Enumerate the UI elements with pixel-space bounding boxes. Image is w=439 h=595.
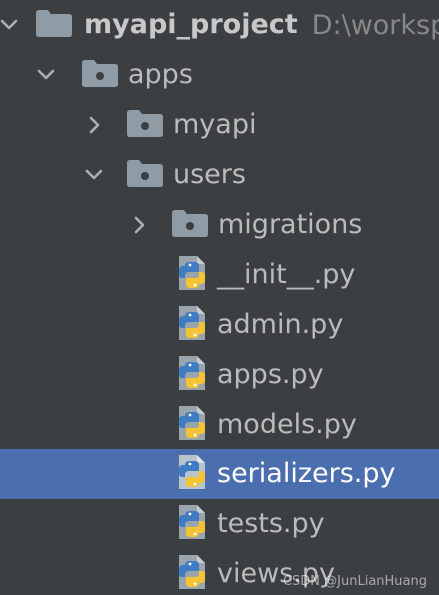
python-file-icon — [175, 254, 209, 296]
tree-row-file[interactable]: admin.py — [0, 300, 439, 350]
folder-label-migrations: migrations — [218, 209, 363, 240]
chevron-right-icon[interactable] — [85, 116, 103, 134]
watermark-text: CSDN @JunLianHuang — [282, 574, 427, 589]
tree-row-file[interactable]: tests.py — [0, 499, 439, 549]
file-label: apps.py — [217, 359, 324, 390]
tree-row-users[interactable]: users — [0, 150, 439, 200]
project-name: myapi_project — [84, 9, 298, 40]
file-label: tests.py — [217, 508, 325, 539]
python-file-icon — [175, 503, 209, 545]
package-folder-icon — [127, 159, 163, 191]
tree-row-file[interactable]: apps.py — [0, 350, 439, 400]
chevron-right-icon[interactable] — [130, 216, 148, 234]
chevron-down-icon[interactable] — [85, 166, 103, 184]
tree-row-file[interactable]: __init__.py — [0, 250, 439, 300]
folder-label-apps: apps — [128, 59, 193, 90]
folder-label-users: users — [173, 159, 246, 190]
tree-row-root[interactable]: myapi_project D:\worksp — [0, 0, 439, 50]
package-folder-icon — [82, 59, 118, 91]
tree-row-migrations[interactable]: migrations — [0, 200, 439, 250]
tree-row-apps[interactable]: apps — [0, 50, 439, 100]
package-folder-icon — [172, 209, 208, 241]
file-label: __init__.py — [217, 259, 356, 290]
tree-row-myapi[interactable]: myapi — [0, 100, 439, 150]
python-file-icon — [175, 304, 209, 346]
python-file-icon — [175, 354, 209, 396]
python-file-icon — [175, 404, 209, 446]
project-path: D:\worksp — [311, 9, 439, 41]
package-folder-icon — [127, 109, 163, 141]
chevron-down-icon[interactable] — [0, 16, 18, 34]
python-file-icon — [175, 553, 209, 595]
file-label: models.py — [217, 409, 357, 440]
tree-row-file[interactable]: models.py — [0, 400, 439, 450]
chevron-down-icon[interactable] — [37, 66, 55, 84]
project-tree: myapi_project D:\worksp apps myapi users — [0, 0, 439, 595]
folder-icon — [36, 9, 72, 41]
file-label: serializers.py — [217, 458, 396, 489]
file-label: admin.py — [217, 309, 344, 340]
folder-label-myapi: myapi — [173, 109, 257, 140]
python-file-icon — [175, 453, 209, 495]
tree-row-file-selected[interactable]: serializers.py — [0, 449, 439, 499]
